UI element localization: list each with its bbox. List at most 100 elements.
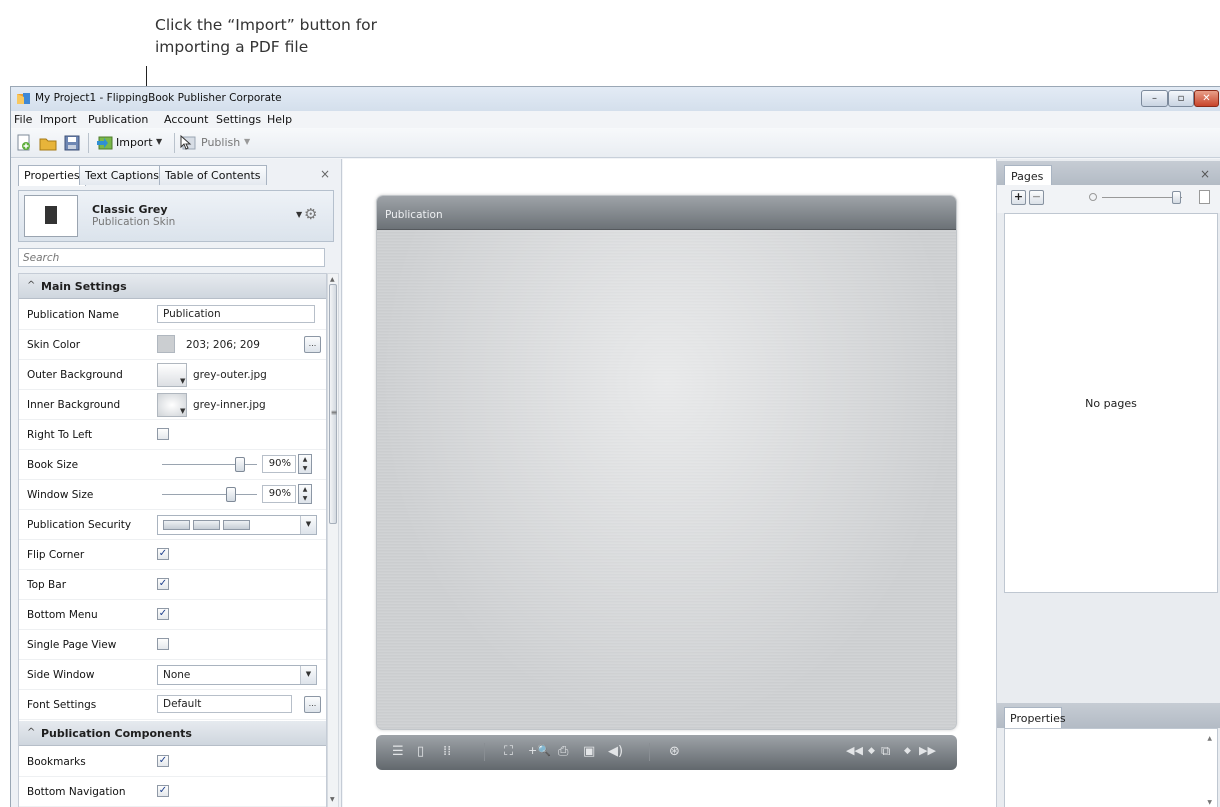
book-size-slider-thumb[interactable] xyxy=(235,457,245,472)
tab-properties-right[interactable]: Properties xyxy=(1004,707,1066,728)
gear-icon[interactable]: ⚙ xyxy=(304,205,317,223)
window-size-value[interactable]: 90% xyxy=(262,485,296,503)
publication-preview: Publication ☰ ▯ ⁞⁞ ⛶ +🔍 ⎙ ▣ ◀) ⊛ ◀◀ ◆ ⧉ … xyxy=(343,159,996,807)
right-to-left-checkbox[interactable] xyxy=(157,428,169,440)
toolbar-separator xyxy=(174,133,175,153)
section-title: Main Settings xyxy=(41,280,127,293)
maximize-button[interactable]: ▫ xyxy=(1168,90,1194,107)
bookmarks-checkbox[interactable]: ✓ xyxy=(157,755,169,767)
side-window-value: None xyxy=(163,669,191,681)
small-page-icon xyxy=(1089,193,1097,201)
book-background xyxy=(377,196,956,729)
remove-page-button[interactable]: − xyxy=(1029,190,1044,205)
book-top-bar: Publication xyxy=(377,196,956,230)
scroll-down-icon[interactable]: ▼ xyxy=(1207,799,1212,806)
property-label: Window Size xyxy=(27,489,94,501)
pages-list[interactable]: No pages xyxy=(1004,213,1218,593)
chevron-down-icon: ▼ xyxy=(300,666,316,684)
tab-properties[interactable]: Properties xyxy=(18,165,86,186)
menu-settings[interactable]: Settings xyxy=(216,113,261,126)
search-input[interactable] xyxy=(18,248,325,267)
thumbnail-size-slider[interactable] xyxy=(1102,197,1182,198)
tab-table-of-contents[interactable]: Table of Contents xyxy=(159,165,267,185)
publication-security-select[interactable]: ▼ xyxy=(157,515,317,535)
top-bar-checkbox[interactable]: ✓ xyxy=(157,578,169,590)
main-toolbar: Import ▼ Publish ▼ xyxy=(11,128,1220,158)
sound-icon[interactable]: ◀) xyxy=(608,744,623,759)
bookmark-icon[interactable]: ▯ xyxy=(417,744,424,759)
menu-account[interactable]: Account xyxy=(164,113,208,126)
book-size-value[interactable]: 90% xyxy=(262,455,296,473)
minimize-icon: – xyxy=(1152,93,1157,104)
publication-name-field[interactable]: Publication xyxy=(157,305,315,323)
scroll-up-icon[interactable]: ▲ xyxy=(330,276,335,283)
menu-bar: File Import Publication Account Settings… xyxy=(11,111,1220,128)
previous-page-icon[interactable]: ◆ xyxy=(868,746,875,756)
book-size-spinner[interactable]: ▲ ▼ xyxy=(298,454,312,474)
property-label: Publication Security xyxy=(27,519,132,531)
fullscreen-icon[interactable]: ⛶ xyxy=(504,744,513,759)
new-project-icon[interactable] xyxy=(15,134,33,152)
scroll-up-icon[interactable]: ▲ xyxy=(1207,735,1212,742)
window-size-slider-track[interactable] xyxy=(162,494,257,495)
add-page-button[interactable]: + xyxy=(1011,190,1026,205)
window-size-slider-thumb[interactable] xyxy=(226,487,236,502)
skin-selector[interactable]: Classic Grey Publication Skin ▼ ⚙ xyxy=(18,190,334,242)
row-top-bar: Top Bar ✓ xyxy=(19,570,326,600)
last-page-icon[interactable]: ▶▶ xyxy=(919,744,936,757)
print-icon[interactable]: ⎙ xyxy=(558,744,568,759)
close-button[interactable]: ✕ xyxy=(1194,90,1219,107)
thumbnails-icon[interactable]: ⁞⁞ xyxy=(443,744,451,759)
flip-corner-checkbox[interactable]: ✓ xyxy=(157,548,169,560)
panel-close-icon[interactable]: × xyxy=(320,167,330,181)
property-grid-scrollbar[interactable]: ▲ ≡ ▼ xyxy=(327,273,339,807)
thumbnail-size-thumb[interactable] xyxy=(1172,191,1181,204)
scrollbar-thumb[interactable]: ≡ xyxy=(329,284,337,524)
bottom-navigation-checkbox[interactable]: ✓ xyxy=(157,785,169,797)
section-publication-components[interactable]: ^ Publication Components xyxy=(19,721,326,746)
skin-color-browse-button[interactable]: ... xyxy=(304,336,321,353)
close-icon[interactable]: × xyxy=(1200,167,1210,181)
save-project-icon[interactable] xyxy=(63,134,81,152)
skin-color-value[interactable]: 203; 206; 209 xyxy=(186,339,260,351)
callout-line-1: Click the “Import” button for xyxy=(155,16,378,34)
next-page-icon[interactable]: ◆ xyxy=(904,746,911,756)
inner-background-file: grey-inner.jpg xyxy=(193,399,266,411)
first-page-icon[interactable]: ◀◀ xyxy=(846,744,863,757)
share-icon[interactable]: ⊛ xyxy=(669,744,680,759)
menu-separator xyxy=(484,743,485,761)
publish-icon xyxy=(180,134,196,150)
single-page-view-checkbox[interactable] xyxy=(157,638,169,650)
section-main-settings[interactable]: ^ Main Settings xyxy=(19,274,326,299)
font-settings-field[interactable]: Default xyxy=(157,695,292,713)
book-viewport[interactable]: Publication xyxy=(376,195,957,730)
publish-button[interactable]: Publish ▼ xyxy=(177,131,257,155)
row-right-to-left: Right To Left xyxy=(19,420,326,450)
table-of-contents-icon[interactable]: ☰ xyxy=(392,744,404,759)
scroll-down-icon[interactable]: ▼ xyxy=(330,796,335,803)
property-label: Publication Name xyxy=(27,309,119,321)
bottom-menu-checkbox[interactable]: ✓ xyxy=(157,608,169,620)
open-project-icon[interactable] xyxy=(39,134,57,152)
import-button[interactable]: Import ▼ xyxy=(93,131,162,155)
menu-file[interactable]: File xyxy=(14,113,32,126)
go-to-page-icon[interactable]: ⧉ xyxy=(881,744,890,759)
tab-text-captions[interactable]: Text Captions xyxy=(79,165,165,185)
skin-color-swatch[interactable] xyxy=(157,335,175,353)
minimize-button[interactable]: – xyxy=(1141,90,1168,107)
row-publication-name: Publication Name Publication xyxy=(19,300,326,330)
zoom-in-icon[interactable]: +🔍 xyxy=(528,744,551,757)
menu-import[interactable]: Import xyxy=(40,113,77,126)
save-icon[interactable]: ▣ xyxy=(583,744,595,759)
menu-publication[interactable]: Publication xyxy=(88,113,148,126)
window-size-spinner[interactable]: ▲ ▼ xyxy=(298,484,312,504)
skin-dropdown-icon[interactable]: ▼ xyxy=(296,210,302,219)
font-settings-browse-button[interactable]: ... xyxy=(304,696,321,713)
title-bar: My Project1 - FlippingBook Publisher Cor… xyxy=(11,87,1220,111)
menu-help[interactable]: Help xyxy=(267,113,292,126)
property-label: Inner Background xyxy=(27,399,121,411)
row-bottom-menu: Bottom Menu ✓ xyxy=(19,600,326,630)
property-label: Bottom Menu xyxy=(27,609,98,621)
side-window-select[interactable]: None ▼ xyxy=(157,665,317,685)
tab-pages[interactable]: Pages xyxy=(1004,165,1052,186)
